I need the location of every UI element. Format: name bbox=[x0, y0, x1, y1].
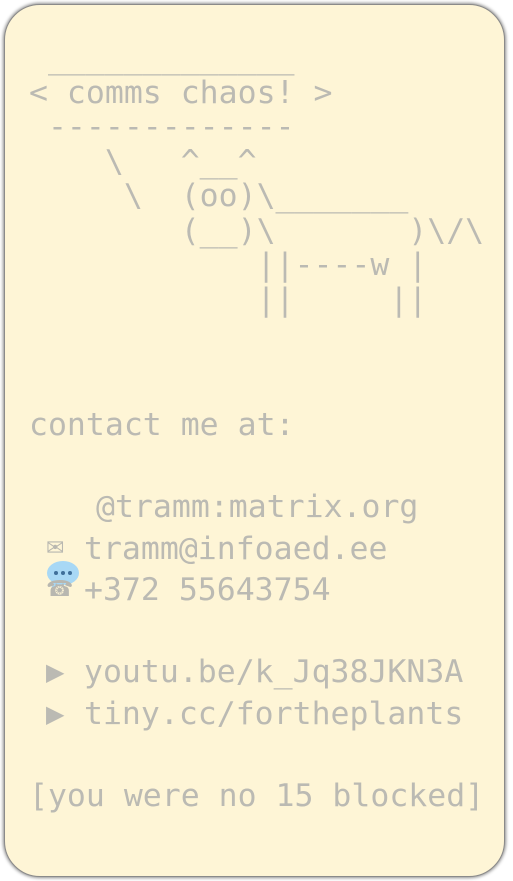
youtube-link[interactable]: ▶ youtu.be/k_Jq38JKN3A bbox=[46, 655, 463, 689]
blocked-status: [you were no 15 blocked] bbox=[29, 778, 485, 814]
matrix-contact[interactable]: @tramm:matrix.org bbox=[46, 489, 419, 589]
contact-heading: contact me at: bbox=[29, 407, 295, 443]
tinycc-link-text: tiny.cc/fortheplants bbox=[84, 696, 464, 732]
email-address: tramm@infoaed.ee bbox=[84, 531, 388, 567]
play-icon: ▶ bbox=[46, 700, 65, 728]
youtube-link-text: youtu.be/k_Jq38JKN3A bbox=[84, 654, 464, 690]
tinycc-link[interactable]: ▶ tiny.cc/fortheplants bbox=[46, 697, 463, 731]
email-contact[interactable]: ✉ tramm@infoaed.ee bbox=[46, 532, 387, 566]
phone-number: +372 55643754 bbox=[84, 572, 331, 608]
phone-contact[interactable]: ☎ +372 55643754 bbox=[46, 573, 331, 607]
play-icon: ▶ bbox=[46, 658, 65, 686]
matrix-handle: @tramm:matrix.org bbox=[96, 489, 419, 525]
contact-card: _____________ < comms chaos! > ---------… bbox=[4, 4, 505, 877]
telephone-icon: ☎ bbox=[46, 577, 74, 602]
speech-bubble-icon bbox=[46, 492, 80, 589]
envelope-icon: ✉ bbox=[46, 536, 65, 561]
cow-ascii-art: _____________ < comms chaos! > ---------… bbox=[29, 40, 485, 318]
